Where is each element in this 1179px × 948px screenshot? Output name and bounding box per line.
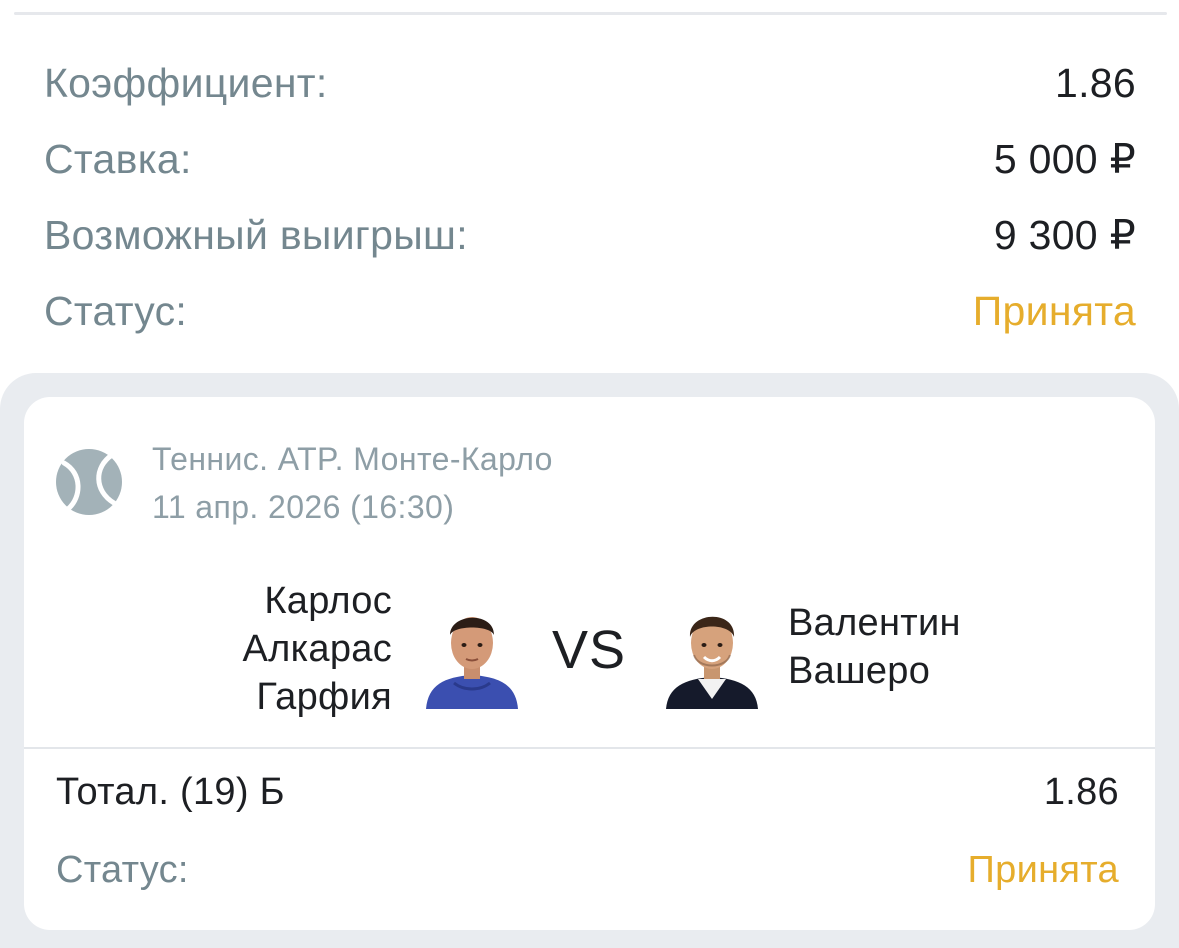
player-right-name-line: Валентин [788,602,961,644]
bet-odds: 1.86 [1043,770,1119,813]
player-left-name-line: Карлос [264,580,392,622]
bet-status-row: Статус: Принята [56,845,1119,895]
matchup: Карлос Алкарас Гарфия VS Валентин Вашеро [24,577,1155,727]
top-divider [14,12,1167,15]
player-right-name-line: Вашеро [788,650,931,692]
bet-market-row: Тотал. (19) Б 1.86 [56,767,1119,817]
status-label: Статус: [44,287,188,334]
event-date: 11 апр. 2026 (16:30) [152,489,455,525]
player-avatar-icon [426,617,518,709]
status-badge: Принята [972,287,1136,334]
stake-value: 5 000 ₽ [993,136,1136,182]
player-left-name: Карлос Алкарас Гарфия [243,577,392,721]
bet-market: Тотал. (19) Б [56,770,285,813]
status-row: Статус: Принята [44,273,1136,349]
bet-status-badge: Принята [967,848,1119,891]
event-card[interactable]: Теннис. ATP. Монте-Карло 11 апр. 2026 (1… [24,397,1155,930]
payout-value: 9 300 ₽ [993,212,1136,258]
player-left-name-line: Алкарас [242,628,392,670]
event-meta: Теннис. ATP. Монте-Карло 11 апр. 2026 (1… [152,435,553,531]
tennis-ball-icon [56,449,122,515]
bet-summary: Коэффициент: 1.86 Ставка: 5 000 ₽ Возмож… [44,45,1136,349]
odds-value: 1.86 [1055,59,1136,106]
payout-row: Возможный выигрыш: 9 300 ₽ [44,197,1136,273]
player-avatar-icon [666,616,758,709]
event-league: Теннис. ATP. Монте-Карло [152,441,553,477]
bet-status-label: Статус: [56,848,189,891]
odds-row: Коэффициент: 1.86 [44,45,1136,121]
stake-label: Ставка: [44,135,192,182]
odds-label: Коэффициент: [44,59,328,106]
card-divider [24,747,1155,749]
versus-label: VS [552,620,627,680]
player-right-name: Валентин Вашеро [788,599,961,695]
payout-label: Возможный выигрыш: [44,211,468,258]
player-left-name-line: Гарфия [256,676,392,718]
stake-row: Ставка: 5 000 ₽ [44,121,1136,197]
event-header: Теннис. ATP. Монте-Карло 11 апр. 2026 (1… [54,435,553,531]
